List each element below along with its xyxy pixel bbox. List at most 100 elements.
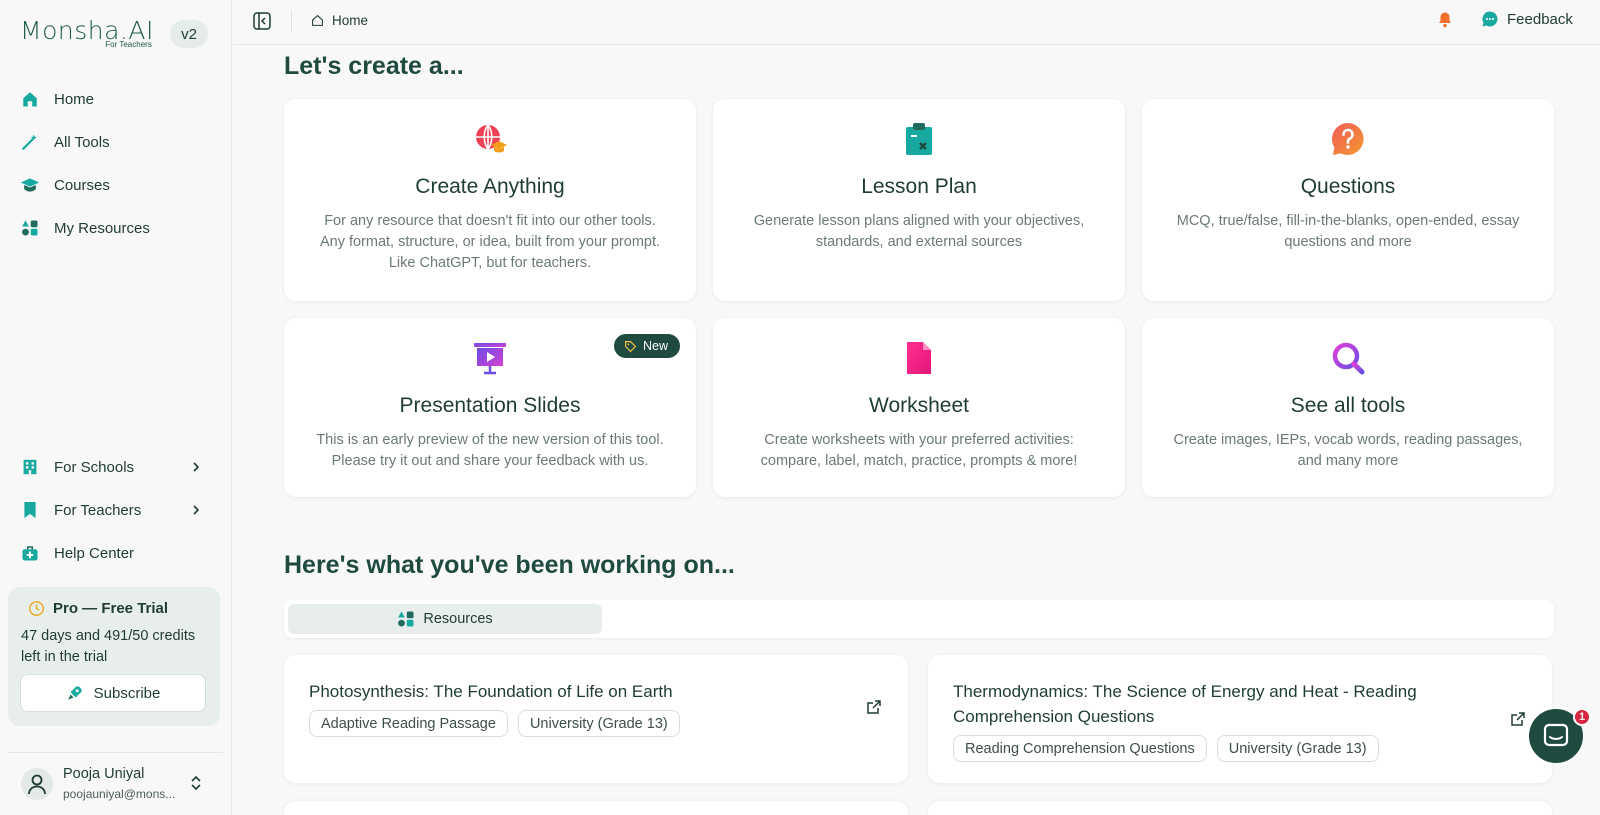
brand-subtitle: For Teachers [105,40,152,49]
sidebar-item-label: For Teachers [54,501,142,519]
tab-resources[interactable]: Resources [288,604,602,634]
grade-tag: University (Grade 13) [1216,735,1379,762]
resource-tabs: Resources [284,600,1554,638]
home-outline-icon [312,14,323,26]
tool-description: MCQ, true/false, fill-in-the-blanks, ope… [1176,213,1520,250]
sidebar-item-for-schools[interactable]: For Schools [20,452,134,482]
user-email: poojauniyal@mons... [63,787,176,801]
sidebar-item-label: Home [54,90,95,108]
external-link-icon[interactable] [866,699,882,715]
tool-description: This is an early preview of the new vers… [316,432,664,469]
tool-title: Create Anything [415,175,565,198]
chat-bubble-icon [1482,11,1498,27]
resource-type-tag: Reading Comprehension Questions [953,735,1207,762]
tool-card-lesson-plan[interactable]: Lesson Plan Generate lesson plans aligne… [713,99,1125,301]
home-icon [20,89,40,109]
external-link-icon[interactable] [1510,711,1526,727]
tab-label: Resources [423,611,493,627]
tool-description: Create worksheets with your preferred ac… [760,432,1078,469]
trial-title-text: Pro — Free Trial [53,600,169,617]
bookmark-icon [20,500,40,520]
trial-panel: Pro — Free Trial 47 days and 491/50 cred… [8,587,220,726]
divider [291,10,292,32]
shapes-icon [20,218,40,238]
working-section-title: Here's what you've been working on... [284,551,735,579]
user-profile[interactable]: Pooja Uniyal poojauniyal@mons... [8,752,223,812]
sidebar-item-label: Help Center [54,544,135,562]
sidebar: Monsha.AI For Teachers v2 Home All Tools… [0,0,232,815]
resource-tags: Adaptive Reading Passage University (Gra… [309,710,680,737]
resource-tags: Reading Comprehension Questions Universi… [953,735,1379,762]
tool-description: Generate lesson plans aligned with your … [753,213,1085,250]
new-badge: New [613,334,680,358]
sidebar-toggle-icon[interactable] [253,12,271,30]
search-icon [1332,342,1365,375]
sidebar-item-label: Courses [54,176,110,194]
feedback-label: Feedback [1507,10,1573,28]
tool-card-worksheet[interactable]: Worksheet Create worksheets with your pr… [713,318,1125,497]
sidebar-item-all-tools[interactable]: All Tools [20,127,110,157]
new-badge-label: New [642,339,668,353]
presentation-icon [474,343,506,375]
subscribe-button[interactable]: Subscribe [20,674,206,712]
tool-title: Worksheet [869,394,969,417]
sidebar-item-label: For Schools [54,458,135,476]
bell-icon[interactable] [1436,11,1454,29]
magic-wand-icon [20,132,40,152]
shapes-icon [398,611,414,627]
tool-card-see-all-tools[interactable]: See all tools Create images, IEPs, vocab… [1142,318,1554,497]
trial-title: Pro — Free Trial [28,600,168,617]
tool-card-create-anything[interactable]: Create Anything For any resource that do… [284,99,696,301]
tool-card-presentation-slides[interactable]: New Presentation Slides This is an early… [284,318,696,497]
tag-icon [625,340,637,352]
unread-count-badge: 1 [1573,708,1591,726]
user-name: Pooja Uniyal [63,766,145,782]
breadcrumb-home: Home [332,13,369,28]
subscribe-label: Subscribe [93,684,161,702]
resource-card-partial[interactable] [928,801,1552,815]
resource-card-partial[interactable] [284,801,908,815]
tool-description: Create images, IEPs, vocab words, readin… [1173,432,1523,469]
user-icon [28,774,46,795]
rocket-icon [67,686,82,700]
tool-title: Lesson Plan [861,175,977,198]
resource-type-tag: Adaptive Reading Passage [309,710,508,737]
chevron-up-down-icon[interactable] [190,775,202,791]
clipboard-icon [906,123,932,155]
sidebar-item-my-resources[interactable]: My Resources [20,213,150,243]
building-icon [20,457,40,477]
document-icon [907,342,931,374]
sidebar-item-help-center[interactable]: Help Center [20,538,134,568]
question-bubble-icon [1332,123,1364,155]
resource-title: Photosynthesis: The Foundation of Life o… [309,682,673,701]
tool-title: See all tools [1290,394,1406,417]
grade-tag: University (Grade 13) [517,710,680,737]
chat-icon [1543,723,1569,747]
resource-title: Thermodynamics: The Science of Energy an… [953,682,1417,726]
sidebar-item-home[interactable]: Home [20,84,94,114]
tool-title: Questions [1300,175,1396,198]
top-bar: Home Feedback [233,0,1600,45]
resource-card[interactable]: Photosynthesis: The Foundation of Life o… [284,655,908,783]
resource-card[interactable]: Thermodynamics: The Science of Energy an… [928,655,1552,783]
sidebar-item-courses[interactable]: Courses [20,170,110,200]
breadcrumb[interactable]: Home [311,13,368,28]
version-badge: v2 [170,20,208,48]
clock-icon [29,601,44,616]
sidebar-item-for-teachers[interactable]: For Teachers [20,495,141,525]
chevron-right-icon[interactable] [190,504,202,516]
sidebar-item-label: My Resources [54,219,150,237]
graduation-cap-icon [20,175,40,195]
feedback-button[interactable]: Feedback [1481,10,1573,28]
tool-description: For any resource that doesn't fit into o… [319,213,661,271]
sidebar-item-label: All Tools [54,133,110,151]
chevron-right-icon[interactable] [190,461,202,473]
tool-title: Presentation Slides [399,394,581,417]
trial-credits-text: 47 days and 491/50 credits left in the t… [21,628,196,665]
tool-card-questions[interactable]: Questions MCQ, true/false, fill-in-the-b… [1142,99,1554,301]
globe-cap-icon [476,124,507,153]
avatar [21,768,53,800]
brand-logo[interactable]: Monsha.AI For Teachers [20,16,154,49]
medkit-icon [20,543,40,563]
create-section-title: Let's create a... [284,52,464,80]
